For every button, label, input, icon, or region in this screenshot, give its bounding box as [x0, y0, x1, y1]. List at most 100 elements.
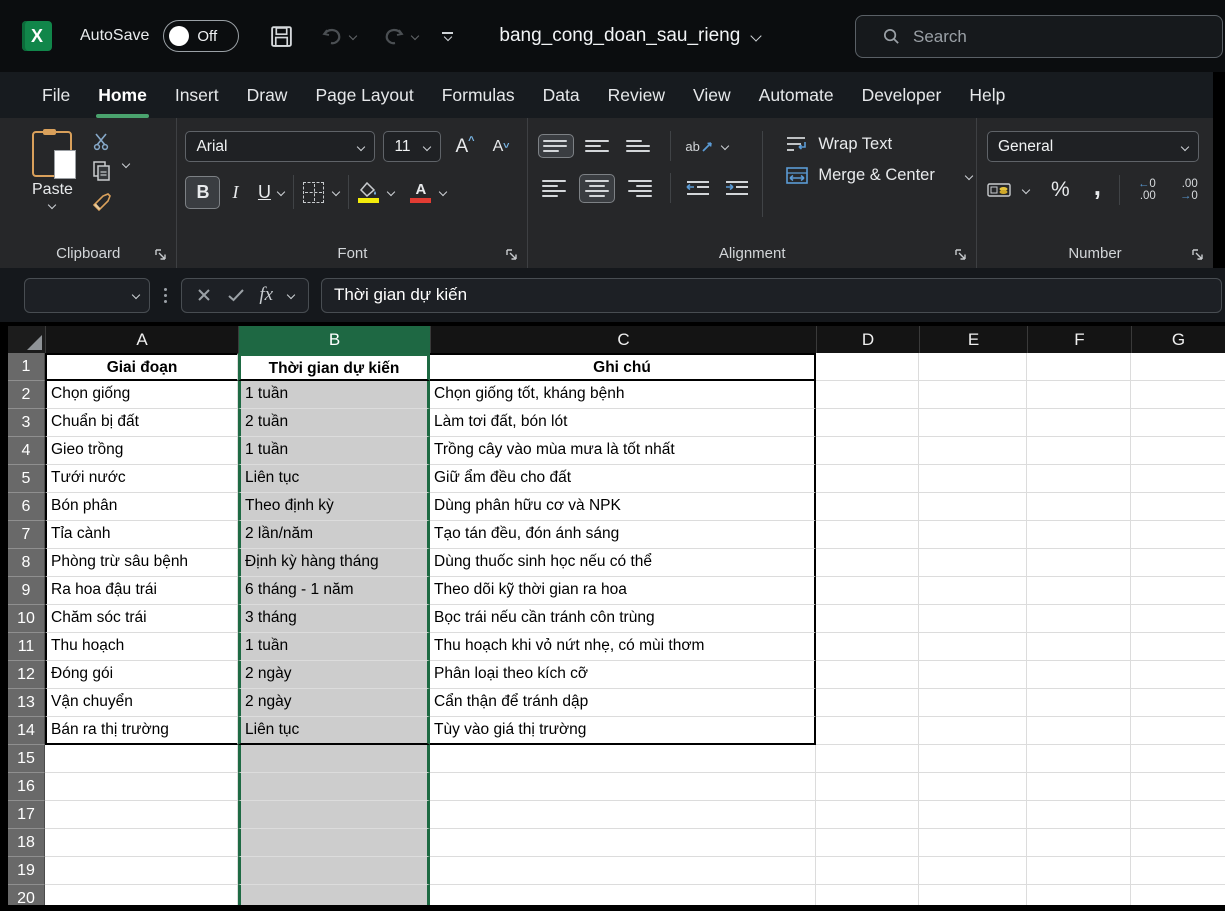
cell-G3[interactable]	[1131, 409, 1225, 437]
row-header-11[interactable]: 11	[8, 633, 45, 661]
cell-F9[interactable]	[1027, 577, 1131, 605]
cell-B13[interactable]: 2 ngày	[238, 689, 430, 717]
column-header-F[interactable]: F	[1028, 326, 1132, 353]
cell-B15[interactable]	[238, 745, 430, 773]
cell-B19[interactable]	[238, 857, 430, 885]
formula-dropdown-icon[interactable]	[286, 291, 294, 299]
center-button[interactable]	[579, 174, 615, 203]
formula-bar-resizer[interactable]	[164, 288, 167, 303]
column-header-B[interactable]: B	[239, 326, 431, 353]
cell-D1[interactable]	[816, 353, 919, 381]
insert-function-button[interactable]: fx	[259, 284, 273, 306]
cell-G10[interactable]	[1131, 605, 1225, 633]
cell-A9[interactable]: Ra hoa đậu trái	[45, 577, 238, 605]
orientation-dropdown-icon[interactable]	[721, 142, 729, 150]
column-header-D[interactable]: D	[817, 326, 920, 353]
cell-E2[interactable]	[919, 381, 1027, 409]
cell-D16[interactable]	[816, 773, 919, 801]
accounting-format-button[interactable]	[987, 181, 1013, 199]
row-header-13[interactable]: 13	[8, 689, 45, 717]
cell-F11[interactable]	[1027, 633, 1131, 661]
accounting-dropdown-icon[interactable]	[1022, 186, 1030, 194]
cell-B20[interactable]	[238, 885, 430, 905]
increase-decimal-button[interactable]: ←0 .00	[1138, 178, 1156, 202]
enter-button[interactable]	[227, 288, 245, 302]
cell-E5[interactable]	[919, 465, 1027, 493]
cell-G16[interactable]	[1131, 773, 1225, 801]
merge-center-button[interactable]: Merge & Center	[785, 166, 971, 185]
tab-help[interactable]: Help	[955, 76, 1019, 115]
workbook-title[interactable]: bang_cong_doan_sau_rieng	[499, 25, 760, 47]
align-right-button[interactable]	[622, 175, 656, 202]
cell-F18[interactable]	[1027, 829, 1131, 857]
cell-G6[interactable]	[1131, 493, 1225, 521]
copy-button[interactable]	[91, 160, 112, 182]
tab-insert[interactable]: Insert	[161, 76, 233, 115]
format-painter-button[interactable]	[91, 191, 113, 213]
align-left-button[interactable]	[538, 175, 572, 202]
cell-G15[interactable]	[1131, 745, 1225, 773]
cell-D9[interactable]	[816, 577, 919, 605]
cell-F2[interactable]	[1027, 381, 1131, 409]
cell-C5[interactable]: Giữ ẩm đều cho đất	[430, 465, 816, 493]
cell-D15[interactable]	[816, 745, 919, 773]
column-header-G[interactable]: G	[1132, 326, 1225, 353]
row-header-8[interactable]: 8	[8, 549, 45, 577]
font-color-button[interactable]: A	[410, 182, 431, 203]
excel-app-icon[interactable]: X	[22, 21, 52, 51]
cell-F16[interactable]	[1027, 773, 1131, 801]
italic-button[interactable]: I	[220, 182, 250, 203]
font-name-select[interactable]: Arial	[185, 131, 375, 162]
cell-A11[interactable]: Thu hoạch	[45, 633, 238, 661]
cell-A20[interactable]	[45, 885, 238, 905]
cell-G7[interactable]	[1131, 521, 1225, 549]
cell-D17[interactable]	[816, 801, 919, 829]
cell-C17[interactable]	[430, 801, 816, 829]
cell-A12[interactable]: Đóng gói	[45, 661, 238, 689]
decrease-decimal-button[interactable]: .00 →0	[1180, 178, 1198, 202]
cell-A4[interactable]: Gieo trồng	[45, 437, 238, 465]
cell-F14[interactable]	[1027, 717, 1131, 745]
row-header-15[interactable]: 15	[8, 745, 45, 773]
cell-B4[interactable]: 1 tuần	[238, 437, 430, 465]
formula-input[interactable]: Thời gian dự kiến	[321, 278, 1222, 313]
borders-button[interactable]	[303, 182, 324, 203]
bold-button[interactable]: B	[185, 176, 220, 209]
cell-C6[interactable]: Dùng phân hữu cơ và NPK	[430, 493, 816, 521]
cut-button[interactable]	[92, 131, 112, 151]
cell-G12[interactable]	[1131, 661, 1225, 689]
row-header-20[interactable]: 20	[8, 885, 45, 905]
cell-B12[interactable]: 2 ngày	[238, 661, 430, 689]
cell-C12[interactable]: Phân loại theo kích cỡ	[430, 661, 816, 689]
wrap-text-button[interactable]: Wrap Text	[785, 134, 971, 154]
cell-A10[interactable]: Chăm sóc trái	[45, 605, 238, 633]
font-color-dropdown-icon[interactable]	[439, 188, 447, 196]
cancel-button[interactable]	[196, 287, 212, 303]
cell-F8[interactable]	[1027, 549, 1131, 577]
cell-D7[interactable]	[816, 521, 919, 549]
cell-G9[interactable]	[1131, 577, 1225, 605]
tab-developer[interactable]: Developer	[848, 76, 956, 115]
font-size-select[interactable]: 11	[383, 131, 441, 162]
cell-F3[interactable]	[1027, 409, 1131, 437]
cell-F17[interactable]	[1027, 801, 1131, 829]
cell-A1[interactable]: Giai đoạn	[45, 353, 238, 381]
cell-E10[interactable]	[919, 605, 1027, 633]
row-header-7[interactable]: 7	[8, 521, 45, 549]
cell-C20[interactable]	[430, 885, 816, 905]
cell-A15[interactable]	[45, 745, 238, 773]
cell-F4[interactable]	[1027, 437, 1131, 465]
cell-E9[interactable]	[919, 577, 1027, 605]
cell-A19[interactable]	[45, 857, 238, 885]
alignment-dialog-launcher[interactable]	[954, 248, 968, 262]
quick-access-options-button[interactable]	[442, 32, 453, 40]
cell-C9[interactable]: Theo dõi kỹ thời gian ra hoa	[430, 577, 816, 605]
workbook-dropdown-icon[interactable]	[751, 30, 762, 41]
cell-D13[interactable]	[816, 689, 919, 717]
row-header-9[interactable]: 9	[8, 577, 45, 605]
cell-D3[interactable]	[816, 409, 919, 437]
cell-C16[interactable]	[430, 773, 816, 801]
row-header-3[interactable]: 3	[8, 409, 45, 437]
underline-dropdown-icon[interactable]	[277, 188, 285, 196]
tab-draw[interactable]: Draw	[233, 76, 302, 115]
